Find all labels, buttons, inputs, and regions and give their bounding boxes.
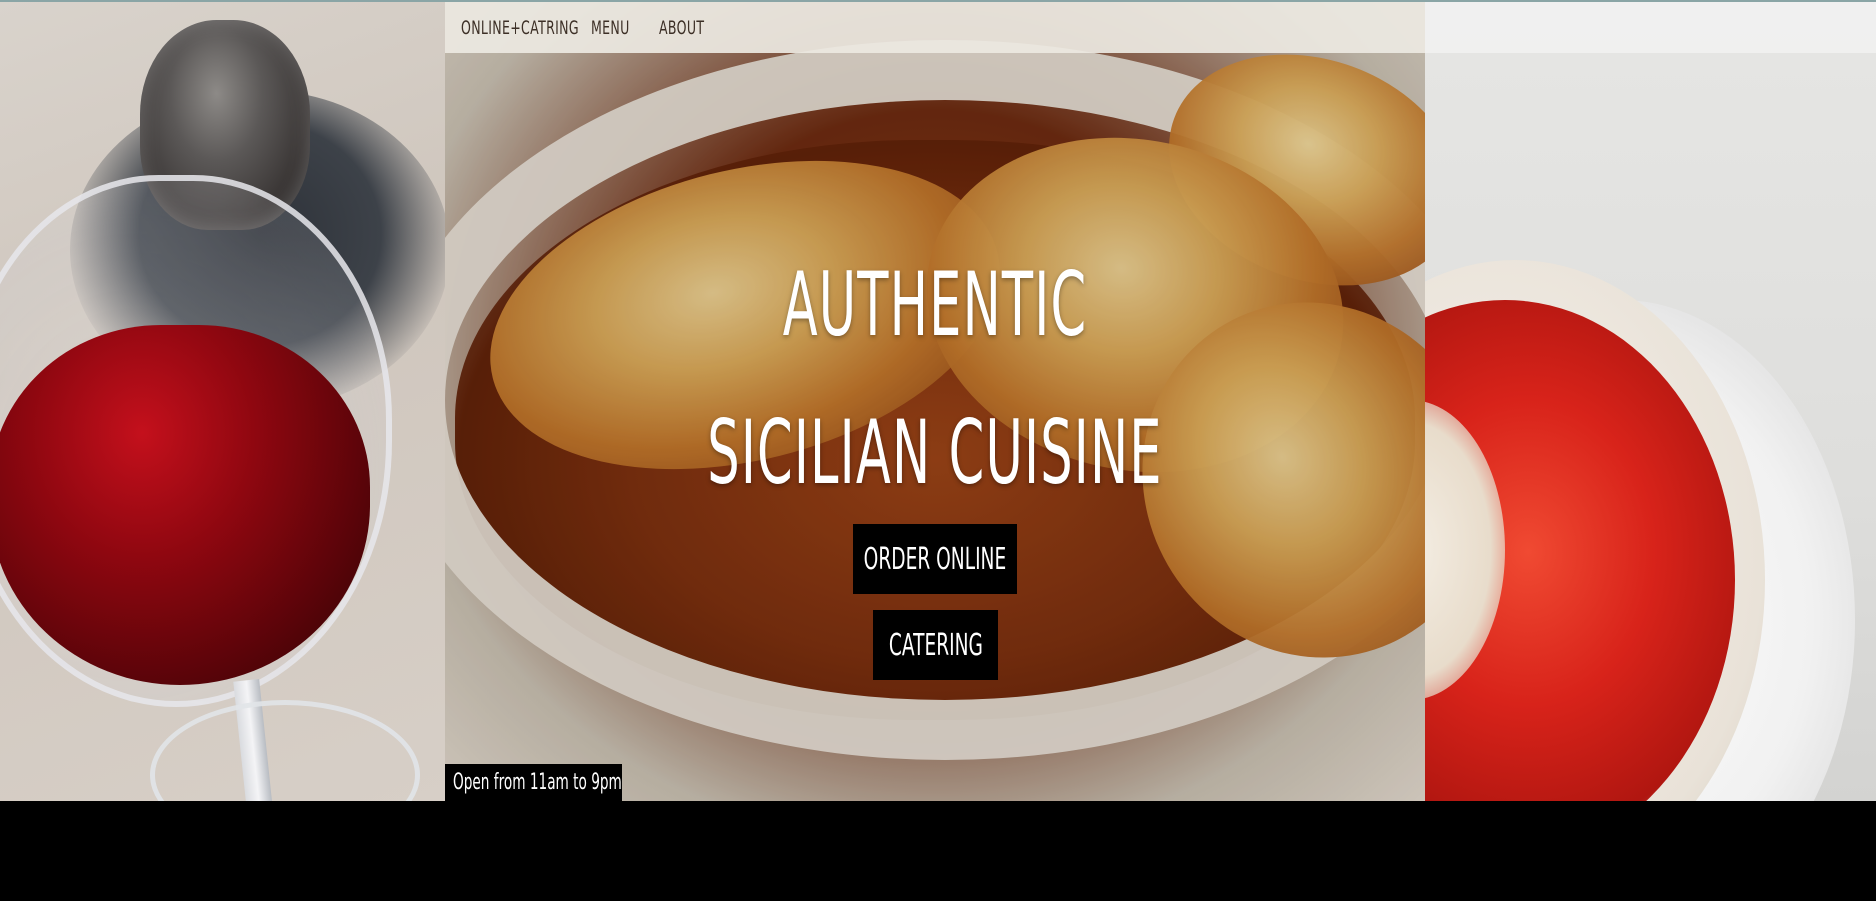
nav-link-menu[interactable]: MENU: [591, 17, 636, 39]
order-online-button[interactable]: ORDER ONLINE: [853, 524, 1017, 594]
pasta-bowl-image: [1425, 0, 1876, 801]
hours-text: Open from 11am to 9pm: [453, 770, 622, 795]
headline-line-2: SICILIAN CUISINE: [707, 401, 1163, 505]
headline-line-1: AUTHENTIC: [782, 253, 1088, 357]
top-navigation-bar: ONLINE+CATRING MENU ABOUT: [0, 0, 1876, 53]
main-nav: ONLINE+CATRING MENU ABOUT: [461, 2, 739, 53]
footer-band: [0, 801, 1876, 901]
catering-label: CATERING: [888, 627, 983, 663]
catering-button[interactable]: CATERING: [873, 610, 998, 680]
headline-authentic: AUTHENTIC: [445, 261, 1425, 349]
nav-link-online-catering[interactable]: ONLINE+CATRING: [461, 17, 579, 39]
nav-link-about[interactable]: ABOUT: [659, 17, 712, 39]
nav-background-right: [1425, 2, 1876, 53]
wine-glass-image: [0, 0, 445, 801]
headline-sicilian-cuisine: SICILIAN CUISINE: [445, 409, 1425, 497]
hours-badge: Open from 11am to 9pm: [445, 764, 622, 801]
order-online-label: ORDER ONLINE: [863, 541, 1007, 577]
